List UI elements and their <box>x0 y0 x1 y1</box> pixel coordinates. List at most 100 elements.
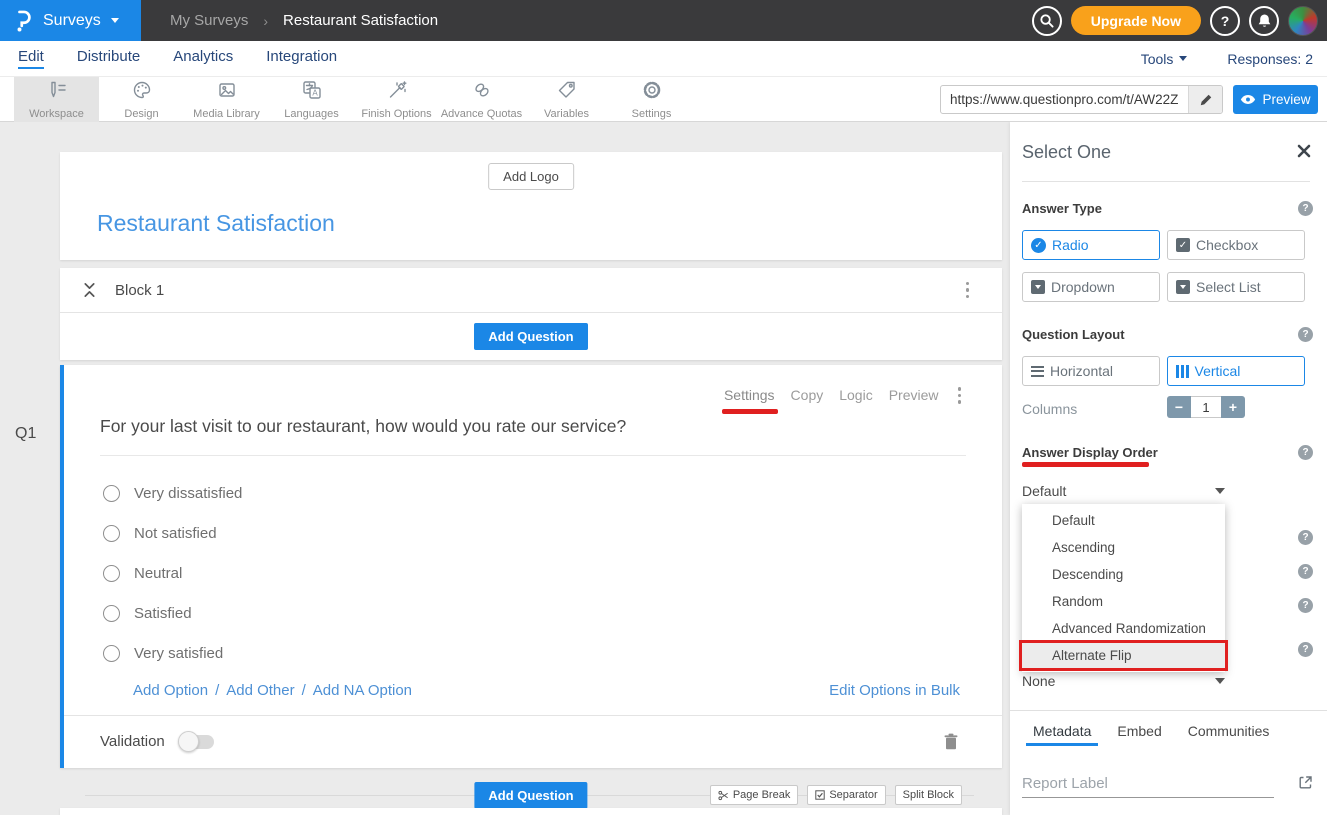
add-other-link[interactable]: Add Other <box>226 682 294 699</box>
expand-report-label-button[interactable] <box>1298 775 1313 790</box>
help-icon[interactable]: ? <box>1298 564 1313 579</box>
question-text[interactable]: For your last visit to our restaurant, h… <box>100 416 626 437</box>
toolbar-item-languages[interactable]: A Languages <box>269 77 354 122</box>
help-icon[interactable]: ? <box>1298 201 1313 216</box>
radio-icon[interactable] <box>103 605 120 622</box>
checkbox-check-icon: ✓ <box>1176 238 1190 252</box>
answer-type-radio-button[interactable]: ✓ Radio <box>1022 230 1160 260</box>
toolbar-item-variables[interactable]: Variables <box>524 77 609 122</box>
separator-button[interactable]: Separator <box>807 785 885 805</box>
search-button[interactable] <box>1032 6 1062 36</box>
search-icon <box>1039 13 1054 28</box>
tab-edit[interactable]: Edit <box>18 48 44 69</box>
columns-stepper: − 1 + <box>1167 396 1245 418</box>
panel-tabs: Metadata Embed Communities <box>1033 723 1269 739</box>
palette-icon <box>131 79 153 106</box>
radio-icon[interactable] <box>103 645 120 662</box>
layout-horizontal-button[interactable]: Horizontal <box>1022 356 1160 386</box>
menu-item-random[interactable]: Random <box>1022 588 1225 615</box>
add-question-button[interactable]: Add Question <box>474 323 587 350</box>
tools-dropdown[interactable]: Tools <box>1141 51 1188 67</box>
preview-button[interactable]: Preview <box>1233 85 1318 114</box>
tab-embed[interactable]: Embed <box>1117 723 1161 739</box>
notifications-button[interactable] <box>1249 6 1279 36</box>
columns-increment-button[interactable]: + <box>1221 396 1245 418</box>
add-na-option-link[interactable]: Add NA Option <box>313 682 412 699</box>
toolbar-item-workspace[interactable]: Workspace <box>14 77 99 122</box>
survey-url-box <box>940 85 1223 114</box>
upgrade-now-button[interactable]: Upgrade Now <box>1071 6 1201 35</box>
question-tab-logic[interactable]: Logic <box>839 387 872 403</box>
svg-text:A: A <box>312 88 318 97</box>
question-menu-icon[interactable] <box>955 384 965 407</box>
survey-nav-tabs: Edit Distribute Analytics Integration <box>0 48 337 69</box>
collapse-block-icon[interactable] <box>82 281 97 299</box>
help-icon[interactable]: ? <box>1298 327 1313 342</box>
user-avatar[interactable] <box>1288 6 1318 36</box>
block-label[interactable]: Block 1 <box>115 282 164 299</box>
survey-url-input[interactable] <box>941 86 1188 113</box>
product-menu[interactable]: Surveys <box>0 0 141 41</box>
edit-options-in-bulk-link[interactable]: Edit Options in Bulk <box>829 682 960 699</box>
toolbar-item-advance-quotas[interactable]: Advance Quotas <box>439 77 524 122</box>
question-tab-preview[interactable]: Preview <box>889 387 939 403</box>
help-icon[interactable]: ? <box>1298 642 1313 657</box>
toolbar-item-media-library[interactable]: Media Library <box>184 77 269 122</box>
help-icon[interactable]: ? <box>1298 598 1313 613</box>
tab-communities[interactable]: Communities <box>1188 723 1270 739</box>
toolbar-item-design[interactable]: Design <box>99 77 184 122</box>
answer-display-order-heading: Answer Display Order <box>1022 445 1158 460</box>
add-question-button[interactable]: Add Question <box>474 782 587 809</box>
split-block-button[interactable]: Split Block <box>895 785 962 805</box>
responses-count[interactable]: Responses: 2 <box>1227 51 1313 67</box>
tab-integration[interactable]: Integration <box>266 48 337 69</box>
tab-analytics[interactable]: Analytics <box>173 48 233 69</box>
close-panel-button[interactable] <box>1297 144 1311 158</box>
topbar-actions: Upgrade Now ? <box>1032 6 1327 36</box>
menu-item-ascending[interactable]: Ascending <box>1022 534 1225 561</box>
delete-question-icon[interactable] <box>944 733 958 750</box>
answer-type-heading: Answer Type <box>1022 201 1102 216</box>
question-settings-panel: Select One Answer Type ? ✓ Radio ✓ Check… <box>1010 122 1327 815</box>
tab-distribute[interactable]: Distribute <box>77 48 140 69</box>
radio-icon[interactable] <box>103 565 120 582</box>
question-actions: Settings Copy Logic Preview <box>724 384 964 407</box>
none-select[interactable]: None <box>1022 673 1055 689</box>
menu-item-default[interactable]: Default <box>1022 507 1225 534</box>
columns-value[interactable]: 1 <box>1191 396 1221 418</box>
survey-nav: Edit Distribute Analytics Integration To… <box>0 41 1327 77</box>
checkbox-icon <box>815 790 825 800</box>
menu-item-descending[interactable]: Descending <box>1022 561 1225 588</box>
layout-vertical-button[interactable]: Vertical <box>1167 356 1305 386</box>
radio-icon[interactable] <box>103 525 120 542</box>
answer-type-dropdown-button[interactable]: Dropdown <box>1022 272 1160 302</box>
add-option-link[interactable]: Add Option <box>133 682 208 699</box>
survey-title[interactable]: Restaurant Satisfaction <box>97 210 335 237</box>
edit-url-button[interactable] <box>1188 86 1222 113</box>
validation-row: Validation <box>100 715 958 768</box>
menu-item-advanced-randomization[interactable]: Advanced Randomization <box>1022 615 1225 642</box>
toolbar-item-finish-options[interactable]: Finish Options <box>354 77 439 122</box>
block-card: Block 1 Add Question <box>60 268 1002 360</box>
page-break-button[interactable]: Page Break <box>710 785 798 805</box>
add-logo-button[interactable]: Add Logo <box>488 163 574 190</box>
answer-display-order-select[interactable]: Default <box>1022 483 1066 499</box>
toolbar-item-settings[interactable]: Settings <box>609 77 694 122</box>
validation-toggle[interactable] <box>180 735 214 749</box>
answer-type-checkbox-button[interactable]: ✓ Checkbox <box>1167 230 1305 260</box>
help-button[interactable]: ? <box>1210 6 1240 36</box>
footer-actions: Page Break Separator Split Block <box>710 785 962 805</box>
menu-item-alternate-flip[interactable]: Alternate Flip <box>1022 642 1225 669</box>
question-tab-copy[interactable]: Copy <box>791 387 824 403</box>
answer-type-select-list-button[interactable]: Select List <box>1167 272 1305 302</box>
question-tab-settings[interactable]: Settings <box>724 387 775 403</box>
block-menu-icon[interactable] <box>963 279 973 302</box>
top-bar: Surveys My Surveys › Restaurant Satisfac… <box>0 0 1327 41</box>
breadcrumb-parent[interactable]: My Surveys <box>170 12 248 29</box>
columns-decrement-button[interactable]: − <box>1167 396 1191 418</box>
radio-icon[interactable] <box>103 485 120 502</box>
tab-metadata[interactable]: Metadata <box>1033 723 1091 739</box>
report-label-input[interactable] <box>1022 772 1274 798</box>
help-icon[interactable]: ? <box>1298 445 1313 460</box>
help-icon[interactable]: ? <box>1298 530 1313 545</box>
